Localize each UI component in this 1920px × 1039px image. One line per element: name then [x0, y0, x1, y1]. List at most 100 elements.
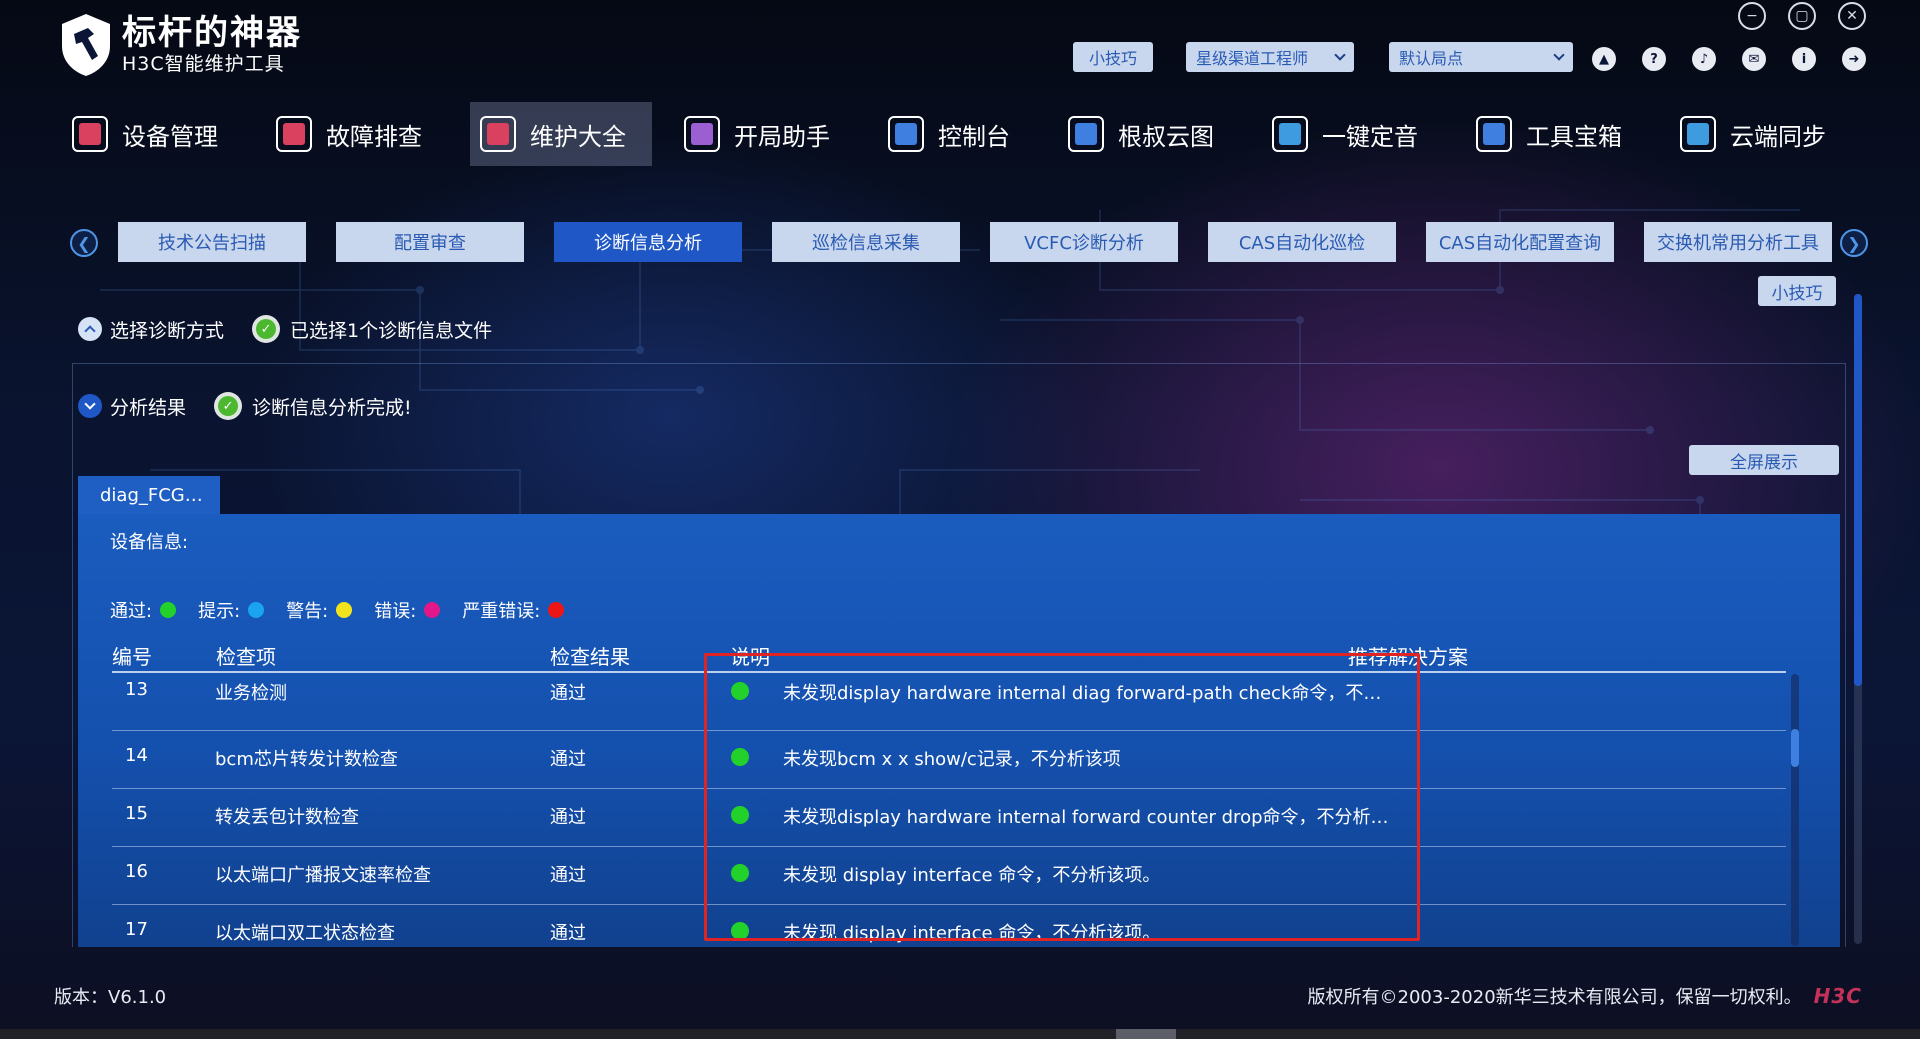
role-select-value: 星级渠道工程师	[1196, 49, 1309, 68]
cell-id: 14	[125, 745, 148, 766]
table-scrollbar-thumb[interactable]	[1791, 729, 1799, 767]
copyright: 版权所有©2003-2020新华三技术有限公司，保留一切权利。 H3C	[1308, 983, 1862, 1009]
site-select-value: 默认局点	[1399, 49, 1464, 68]
mute-icon[interactable]: ♪	[1692, 47, 1716, 71]
subtab-config-review[interactable]: 配置审查	[336, 222, 524, 262]
gear-icon	[684, 116, 720, 152]
map-icon	[1068, 116, 1104, 152]
toolbox-icon	[1476, 116, 1512, 152]
nav-label: 一键定音	[1322, 122, 1418, 151]
check-circle-icon: ✓	[214, 392, 243, 420]
step-select-method[interactable]: 选择诊断方式 ✓ 已选择1个诊断信息文件	[78, 315, 492, 343]
subnav-next-icon[interactable]: ❯	[1840, 229, 1868, 257]
table-scrollbar[interactable]	[1791, 674, 1799, 946]
taskbar-indicator	[1116, 1029, 1176, 1039]
chevron-down-icon	[1334, 49, 1346, 61]
nav-item-setup-assistant[interactable]: 开局助手	[674, 102, 856, 166]
mail-icon[interactable]: ✉	[1742, 47, 1766, 71]
nav-item-device-management[interactable]: 设备管理	[62, 102, 244, 166]
subtab-cas-config-query[interactable]: CAS自动化配置查询	[1426, 222, 1614, 262]
nav-label: 故障排查	[326, 122, 422, 151]
nav-item-troubleshooting[interactable]: 故障排查	[266, 102, 448, 166]
nav-item-maintenance[interactable]: 维护大全	[470, 102, 652, 166]
nav-item-cloud-map[interactable]: 根叔云图	[1058, 102, 1240, 166]
tips-button[interactable]: 小技巧	[1073, 42, 1153, 72]
check-circle-icon: ✓	[252, 315, 281, 343]
cell-result: 通过	[550, 749, 586, 770]
app-title: 标杆的神器	[122, 13, 302, 53]
hint-dot-icon	[248, 602, 265, 618]
first-aid-icon	[276, 116, 312, 152]
highlight-annotation-box	[704, 653, 1420, 941]
subtab-switch-tools[interactable]: 交换机常用分析工具	[1644, 222, 1832, 262]
legend-error: 错误:	[374, 597, 441, 623]
step-status: 已选择1个诊断信息文件	[290, 319, 493, 342]
main-nav: 设备管理 故障排查 维护大全 开局助手 控制台 根叔云图 一键定音 工具宝箱 云…	[62, 102, 1874, 166]
minimize-icon[interactable]: −	[1738, 2, 1766, 30]
chevron-up-icon[interactable]	[78, 317, 102, 341]
step-status: 诊断信息分析完成!	[252, 396, 412, 419]
close-icon[interactable]: ✕	[1838, 2, 1866, 30]
hammer-shield-icon	[62, 14, 110, 76]
cell-item: bcm芯片转发计数检查	[215, 749, 398, 770]
role-select[interactable]: 星级渠道工程师	[1186, 42, 1354, 72]
legend-warning: 警告:	[286, 597, 353, 623]
cell-item: 以太端口广播报文速率检查	[215, 865, 431, 886]
device-icon	[72, 116, 108, 152]
col-header-result: 检查结果	[550, 645, 630, 669]
pass-dot-icon	[160, 602, 177, 618]
cell-id: 17	[125, 919, 148, 940]
nav-label: 根叔云图	[1118, 122, 1214, 151]
shield-icon	[480, 116, 516, 152]
cell-result: 通过	[550, 865, 586, 886]
cell-item: 以太端口双工状态检查	[215, 923, 395, 944]
nav-label: 控制台	[938, 122, 1010, 151]
site-select[interactable]: 默认局点	[1389, 42, 1573, 72]
nav-item-one-click[interactable]: 一键定音	[1262, 102, 1444, 166]
error-dot-icon	[424, 602, 441, 618]
subnav-prev-icon[interactable]: ❮	[70, 229, 98, 257]
flag-icon	[1272, 116, 1308, 152]
col-header-id: 编号	[112, 645, 152, 669]
subtab-inspection-collect[interactable]: 巡检信息采集	[772, 222, 960, 262]
subtab-vcfc-diag[interactable]: VCFC诊断分析	[990, 222, 1178, 262]
app-logo: 标杆的神器 H3C智能维护工具	[58, 12, 302, 78]
page-scrollbar-thumb[interactable]	[1854, 294, 1862, 686]
subtab-cas-inspection[interactable]: CAS自动化巡检	[1208, 222, 1396, 262]
cloud-sync-icon	[1680, 116, 1716, 152]
subtab-diag-analysis[interactable]: 诊断信息分析	[554, 222, 742, 262]
window-controls: − ▢ ✕	[1738, 2, 1866, 30]
terminal-icon	[888, 116, 924, 152]
cell-result: 通过	[550, 683, 586, 704]
nav-label: 设备管理	[122, 122, 218, 151]
device-info-label: 设备信息:	[110, 532, 189, 553]
tips-button-secondary[interactable]: 小技巧	[1758, 276, 1836, 306]
legend-hint: 提示:	[198, 597, 265, 623]
nav-label: 开局助手	[734, 122, 830, 151]
cell-result: 通过	[550, 807, 586, 828]
file-tab[interactable]: diag_FCG…	[78, 476, 220, 514]
fullscreen-button[interactable]: 全屏展示	[1689, 445, 1839, 475]
step-analysis-result[interactable]: 分析结果 ✓ 诊断信息分析完成!	[78, 392, 412, 420]
share-icon[interactable]: ➜	[1842, 47, 1866, 71]
page-scrollbar[interactable]	[1854, 294, 1862, 944]
help-icon[interactable]: ?	[1642, 47, 1666, 71]
col-header-item: 检查项	[216, 645, 276, 669]
maximize-icon[interactable]: ▢	[1788, 2, 1816, 30]
cell-result: 通过	[550, 923, 586, 944]
legend-critical: 严重错误:	[462, 597, 565, 623]
warning-dot-icon	[336, 602, 353, 618]
cell-item: 转发丢包计数检查	[215, 807, 359, 828]
subtab-bulletin-scan[interactable]: 技术公告扫描	[118, 222, 306, 262]
status-legend: 通过: 提示: 警告: 错误: 严重错误:	[110, 597, 586, 623]
shirt-icon[interactable]: ▲	[1592, 47, 1616, 71]
taskbar-strip	[0, 1029, 1920, 1039]
nav-item-console[interactable]: 控制台	[878, 102, 1036, 166]
chevron-down-icon[interactable]	[78, 394, 102, 418]
cell-item: 业务检测	[215, 683, 287, 704]
nav-label: 工具宝箱	[1526, 122, 1622, 151]
nav-item-cloud-sync[interactable]: 云端同步	[1670, 102, 1852, 166]
cell-id: 15	[125, 803, 148, 824]
info-icon[interactable]: i	[1792, 47, 1816, 71]
nav-item-toolbox[interactable]: 工具宝箱	[1466, 102, 1648, 166]
